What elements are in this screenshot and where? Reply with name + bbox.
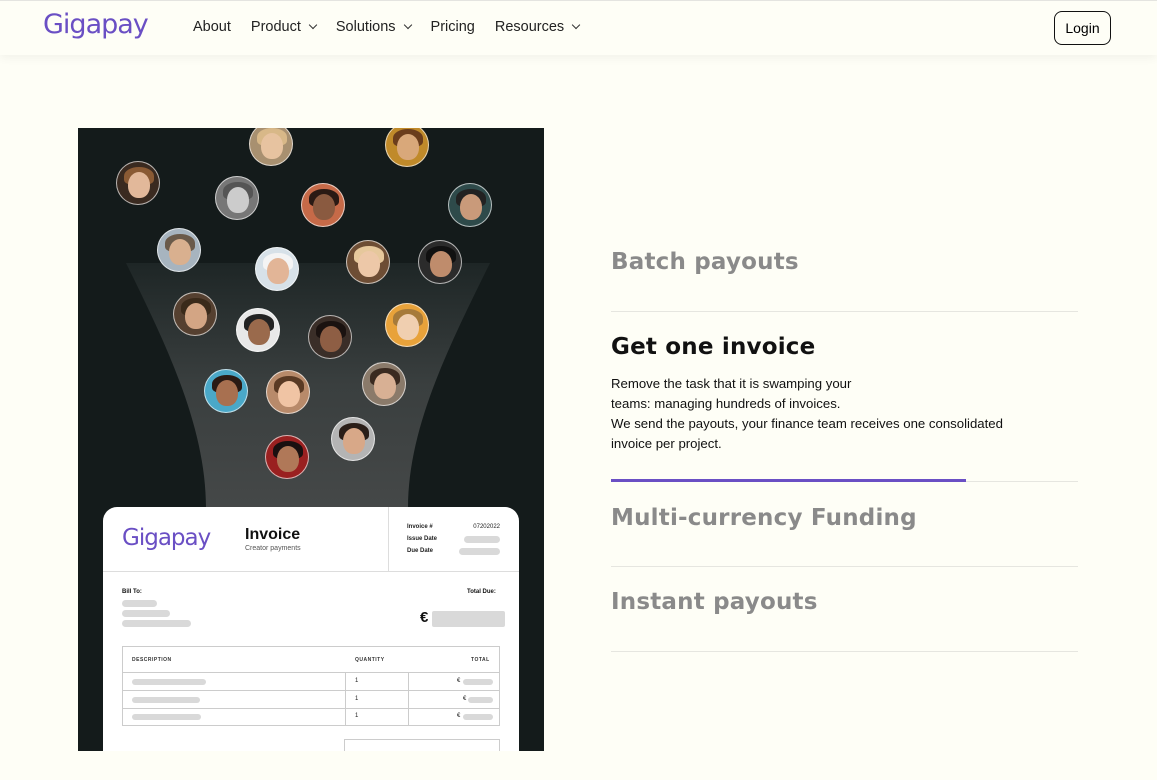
avatar [157, 228, 201, 272]
nav-pricing[interactable]: Pricing [431, 19, 475, 35]
description-line: teams: managing hundreds of invoices. [611, 396, 841, 411]
nav-pricing-label: Pricing [430, 19, 475, 35]
avatar [215, 176, 259, 220]
avatar [308, 315, 352, 359]
avatar [418, 240, 462, 284]
feature-instant-payouts[interactable]: Instant payouts [611, 589, 1078, 615]
column-header-description: DESCRIPTION [132, 657, 172, 663]
placeholder-bar [132, 679, 206, 685]
illustration-panel: Gigapay Invoice Creator payments Invoice… [78, 128, 544, 751]
nav-about[interactable]: About [193, 19, 231, 35]
column-header-quantity: QUANTITY [355, 657, 385, 663]
feature-batch-payouts[interactable]: Batch payouts [611, 249, 1078, 275]
avatar [331, 417, 375, 461]
avatar [255, 247, 299, 291]
invoice-card: Gigapay Invoice Creator payments Invoice… [103, 507, 519, 751]
invoice-subtitle: Creator payments [245, 545, 301, 552]
issue-date-label: Issue Date [407, 536, 438, 542]
avatar [173, 292, 217, 336]
avatar [204, 369, 248, 413]
placeholder-bar [459, 548, 500, 555]
site-header: Gigapay About Product Solutions Pricing … [0, 0, 1157, 55]
due-date-label: Due Date [407, 548, 434, 554]
feature-title: Get one invoice [611, 334, 816, 360]
total-cell-currency: € [457, 678, 461, 684]
placeholder-bar [122, 620, 191, 627]
avatar [346, 240, 390, 284]
chevron-down-icon [403, 20, 412, 30]
feature-multi-currency-funding[interactable]: Multi-currency Funding [611, 505, 1078, 531]
chevron-down-icon [308, 20, 318, 30]
feature-progress-bar [611, 479, 966, 482]
description-line: We send the payouts, your finance team r… [611, 416, 1003, 431]
feature-title: Batch payouts [611, 249, 799, 275]
feature-get-one-invoice[interactable]: Get one invoice [611, 334, 1078, 360]
quantity-cell: 1 [355, 696, 359, 702]
avatar [362, 362, 406, 406]
placeholder-bar [432, 611, 505, 627]
feature-divider [611, 311, 1078, 312]
invoice-logo: Gigapay [122, 525, 211, 551]
bill-to-label: Bill To: [122, 589, 142, 595]
table-divider [123, 672, 499, 673]
feature-divider [611, 566, 1078, 567]
nav-about-label: About [193, 19, 231, 35]
description-line: Remove the task that it is swamping your [611, 376, 852, 391]
placeholder-bar [463, 679, 493, 685]
placeholder-bar [122, 600, 157, 607]
feature-title: Multi-currency Funding [611, 505, 917, 531]
placeholder-bar [464, 536, 500, 543]
chevron-down-icon [571, 20, 581, 30]
avatar [448, 183, 492, 227]
table-divider [123, 708, 499, 709]
avatar [266, 370, 310, 414]
gigapay-logo[interactable]: Gigapay [43, 9, 149, 40]
placeholder-bar [132, 697, 200, 703]
total-due-label: Total Due: [467, 589, 496, 595]
nav-solutions[interactable]: Solutions [335, 19, 412, 35]
feature-description: Remove the task that it is swamping your… [611, 374, 1041, 454]
placeholder-bar [122, 610, 170, 617]
euro-symbol: € [420, 609, 429, 626]
invoice-number-label: Invoice # [407, 524, 433, 530]
nav-product-label: Product [250, 19, 301, 35]
placeholder-bar [132, 714, 201, 720]
nav-solutions-label: Solutions [335, 19, 396, 35]
description-line: invoice per project. [611, 436, 722, 451]
feature-title: Instant payouts [611, 589, 818, 615]
nav-resources-label: Resources [494, 19, 565, 35]
total-cell-currency: € [457, 713, 461, 719]
column-header-total: TOTAL [471, 657, 490, 663]
main-nav: About Product Solutions Pricing Resource… [193, 19, 581, 35]
avatar [301, 183, 345, 227]
invoice-title: Invoice [245, 526, 301, 543]
invoice-summary-box [344, 739, 500, 751]
avatar [385, 303, 429, 347]
quantity-cell: 1 [355, 713, 359, 719]
feature-divider [611, 651, 1078, 652]
avatar [236, 308, 280, 352]
total-cell-currency: € [463, 696, 467, 702]
nav-product[interactable]: Product [250, 19, 318, 35]
invoice-table: DESCRIPTION QUANTITY TOTAL 1 € 1 € 1 € [122, 646, 500, 726]
invoice-number: 07202022 [473, 524, 500, 530]
avatar [116, 161, 160, 205]
avatar [265, 435, 309, 479]
table-divider [345, 672, 346, 725]
placeholder-bar [463, 714, 493, 720]
invoice-divider [103, 571, 519, 572]
nav-resources[interactable]: Resources [494, 19, 581, 35]
placeholder-bar [468, 697, 493, 703]
quantity-cell: 1 [355, 678, 359, 684]
invoice-divider [388, 507, 389, 571]
table-divider [408, 672, 409, 725]
table-divider [123, 690, 499, 691]
login-button[interactable]: Login [1054, 11, 1111, 45]
